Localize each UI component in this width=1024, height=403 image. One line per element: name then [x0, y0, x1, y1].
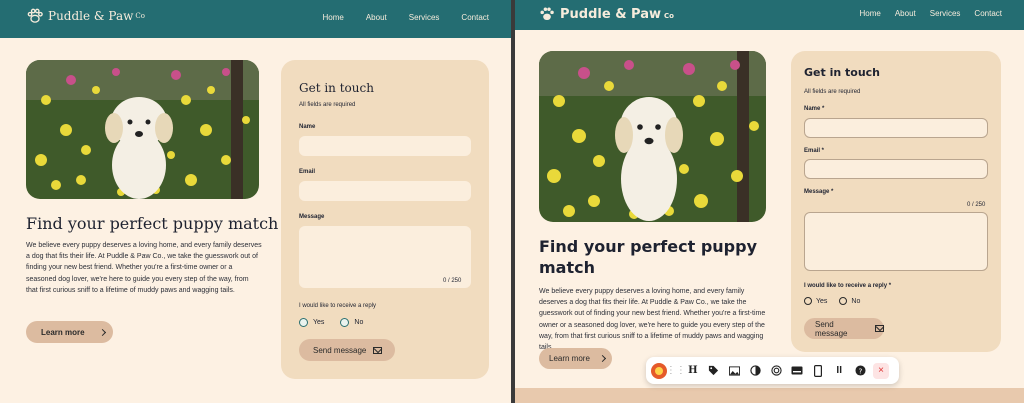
- floating-toolbar: ⋮⋮ H II ? ×: [646, 357, 899, 384]
- chevron-right-icon: [98, 328, 106, 336]
- top-navbar: Puddle & Paw Co Home About Services Conta…: [0, 0, 511, 38]
- target-icon[interactable]: [769, 363, 785, 379]
- radio-no-label: No: [354, 319, 364, 326]
- radio-no-label: No: [851, 297, 861, 305]
- contact-title: Get in touch: [804, 66, 881, 79]
- extension-logo-icon[interactable]: [651, 362, 667, 379]
- help-icon[interactable]: ?: [852, 363, 868, 379]
- left-pane: Puddle & Paw Co Home About Services Conta…: [0, 0, 511, 403]
- learn-more-button[interactable]: Learn more: [26, 321, 113, 343]
- contact-card: Get in touch All fields are required Nam…: [791, 51, 1001, 352]
- tag-icon[interactable]: [706, 363, 722, 379]
- char-counter: 0 / 250: [967, 202, 986, 208]
- email-label: Email: [299, 169, 316, 175]
- paw-icon: [539, 6, 555, 22]
- right-pane: Puddle & Paw Co Home About Services Conta…: [515, 0, 1024, 403]
- message-label: Message: [299, 214, 325, 220]
- char-counter: 0 / 250: [443, 278, 462, 284]
- puppy-photo: [26, 60, 259, 199]
- nav-home[interactable]: Home: [322, 13, 343, 22]
- learn-more-label: Learn more: [549, 354, 590, 363]
- close-icon[interactable]: ×: [873, 362, 889, 379]
- learn-more-label: Learn more: [41, 327, 85, 337]
- nav-home[interactable]: Home: [859, 9, 880, 18]
- nav-about[interactable]: About: [366, 13, 387, 22]
- nav-links: Home About Services Contact: [300, 13, 489, 22]
- contact-title: Get in touch: [299, 81, 374, 95]
- name-label: Name *: [804, 106, 825, 112]
- email-label: Email *: [804, 148, 825, 154]
- send-message-label: Send message: [313, 345, 367, 355]
- reply-radio-group: Yes No: [804, 297, 872, 305]
- contrast-icon[interactable]: [748, 363, 764, 379]
- send-message-button[interactable]: Send message: [299, 339, 395, 361]
- learn-more-button[interactable]: Learn more: [539, 348, 612, 369]
- hero-body: We believe every puppy deserves a loving…: [26, 242, 262, 294]
- brand-name: Puddle & Paw Co: [560, 6, 674, 22]
- top-navbar: Puddle & Paw Co Home About Services Conta…: [515, 0, 1024, 30]
- email-input[interactable]: [804, 159, 988, 179]
- required-note: All fields are required: [804, 89, 861, 95]
- nav-about[interactable]: About: [895, 9, 916, 18]
- required-note: All fields are required: [299, 102, 356, 108]
- nav-contact[interactable]: Contact: [974, 9, 1002, 18]
- radio-yes[interactable]: [299, 318, 308, 327]
- nav-contact[interactable]: Contact: [461, 13, 489, 22]
- nav-links: Home About Services Contact: [845, 9, 1002, 18]
- keyboard-icon[interactable]: [789, 363, 805, 379]
- radio-yes[interactable]: [804, 297, 812, 305]
- pause-icon[interactable]: II: [831, 363, 847, 379]
- hero-body: We believe every puppy deserves a loving…: [539, 288, 766, 351]
- radio-no[interactable]: [839, 297, 848, 305]
- hero-headline: Find your perfect puppy match: [539, 237, 757, 277]
- reply-label: I would like to receive a reply: [299, 303, 377, 309]
- svg-text:?: ?: [858, 366, 862, 375]
- radio-no[interactable]: [340, 318, 350, 327]
- image-icon[interactable]: [727, 363, 743, 379]
- puppy-photo: [539, 51, 766, 222]
- name-label: Name: [299, 124, 316, 130]
- footer-band: [515, 388, 1024, 403]
- envelope-icon: [875, 325, 884, 332]
- chevron-right-icon: [598, 354, 606, 363]
- radio-yes-label: Yes: [313, 319, 325, 326]
- message-textarea[interactable]: [804, 212, 988, 271]
- brand-logo[interactable]: Puddle & Paw Co: [539, 6, 674, 22]
- nav-services[interactable]: Services: [930, 9, 961, 18]
- envelope-icon: [373, 346, 383, 354]
- nav-services[interactable]: Services: [409, 13, 440, 22]
- send-message-button[interactable]: Send message: [804, 318, 884, 339]
- brand-name: Puddle & Paw Co: [48, 8, 145, 23]
- radio-yes-label: Yes: [816, 297, 828, 305]
- heading-icon[interactable]: H: [685, 363, 701, 379]
- send-message-label: Send message: [815, 319, 848, 338]
- hero-headline: Find your perfect puppy match: [26, 214, 279, 233]
- reply-label: I would like to receive a reply *: [804, 283, 892, 289]
- drag-handle-icon[interactable]: ⋮⋮: [666, 363, 686, 379]
- message-label: Message *: [804, 189, 834, 195]
- contact-card: Get in touch All fields are required Nam…: [281, 60, 489, 379]
- name-input[interactable]: [299, 136, 471, 156]
- mobile-icon[interactable]: [810, 363, 826, 379]
- reply-radio-group: Yes No: [299, 318, 379, 327]
- name-input[interactable]: [804, 118, 988, 138]
- paw-icon: [26, 7, 44, 25]
- email-input[interactable]: [299, 181, 471, 201]
- brand-logo[interactable]: Puddle & Paw Co: [26, 7, 145, 25]
